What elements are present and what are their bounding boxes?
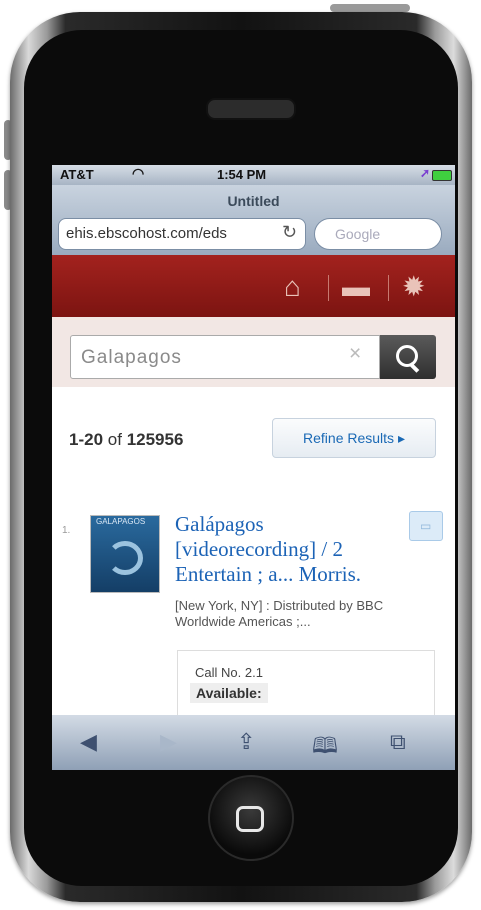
refine-results-button[interactable]: Refine Results ▸ xyxy=(272,418,436,458)
location-arrow-icon: ➚ xyxy=(420,166,431,180)
url-field[interactable]: ehis.ebscohost.com/eds xyxy=(58,218,306,250)
home-icon[interactable]: ⌂ xyxy=(284,273,301,301)
bookmarks-icon[interactable]: 🕮 xyxy=(312,729,338,767)
site-header xyxy=(52,255,455,317)
carrier-label: AT&T xyxy=(60,167,94,182)
results-range: 1-20 xyxy=(69,430,104,449)
forward-icon[interactable]: ▶ xyxy=(160,729,177,755)
divider xyxy=(328,275,329,301)
page-title: Untitled xyxy=(227,193,280,209)
availability-label: Available: xyxy=(190,683,268,703)
speaker-grille xyxy=(206,98,296,120)
back-icon[interactable]: ◀ xyxy=(80,729,97,755)
folder-plus-icon: ▭ xyxy=(420,519,432,533)
wifi-icon: ◠ xyxy=(132,165,145,181)
cover-title: GALAPAGOS xyxy=(96,517,146,526)
result-index: 1. xyxy=(62,525,71,536)
result-title-link[interactable]: Galápagos [videorecording] / 2 Entertain… xyxy=(175,512,405,587)
gear-icon[interactable]: ✹ xyxy=(402,273,425,301)
folder-icon[interactable]: ▬ xyxy=(342,273,370,301)
cover-art xyxy=(107,541,143,575)
result-publisher: [New York, NY] : Distributed by BBC Worl… xyxy=(175,598,384,629)
browser-search-field[interactable]: Google xyxy=(314,218,442,250)
battery-icon xyxy=(432,170,452,181)
status-bar: AT&T ◠ 1:54 PM ➚ xyxy=(52,165,455,185)
phone-screen: AT&T ◠ 1:54 PM ➚ Untitled ehis.ebscohost… xyxy=(52,165,455,770)
home-button-square-icon xyxy=(236,806,264,832)
search-icon xyxy=(396,345,418,367)
clear-icon[interactable]: × xyxy=(349,342,361,366)
divider xyxy=(388,275,389,301)
status-time: 1:54 PM xyxy=(217,167,267,182)
results-count: 1-20 of 125956 xyxy=(69,430,183,450)
results-total: 125956 xyxy=(126,430,184,449)
search-input[interactable]: Galapagos xyxy=(70,335,380,379)
results-of: of xyxy=(107,430,122,449)
call-number: Call No. 2.1 xyxy=(195,665,263,680)
reload-icon[interactable]: ↻ xyxy=(282,222,297,243)
pages-icon[interactable]: ⧉ xyxy=(390,729,406,755)
sleep-button xyxy=(330,4,410,12)
share-icon[interactable]: ⇪ xyxy=(237,729,255,755)
